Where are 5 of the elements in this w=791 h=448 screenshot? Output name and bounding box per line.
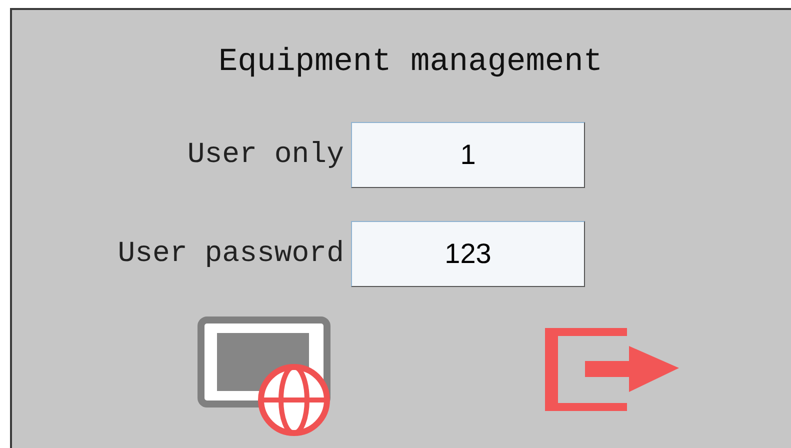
- field-label: User only: [186, 137, 345, 174]
- field-label: User password: [116, 236, 345, 272]
- input-field[interactable]: 1: [351, 122, 585, 188]
- panel-title: Equipment management: [218, 42, 603, 82]
- input-field[interactable]: 123: [351, 221, 585, 287]
